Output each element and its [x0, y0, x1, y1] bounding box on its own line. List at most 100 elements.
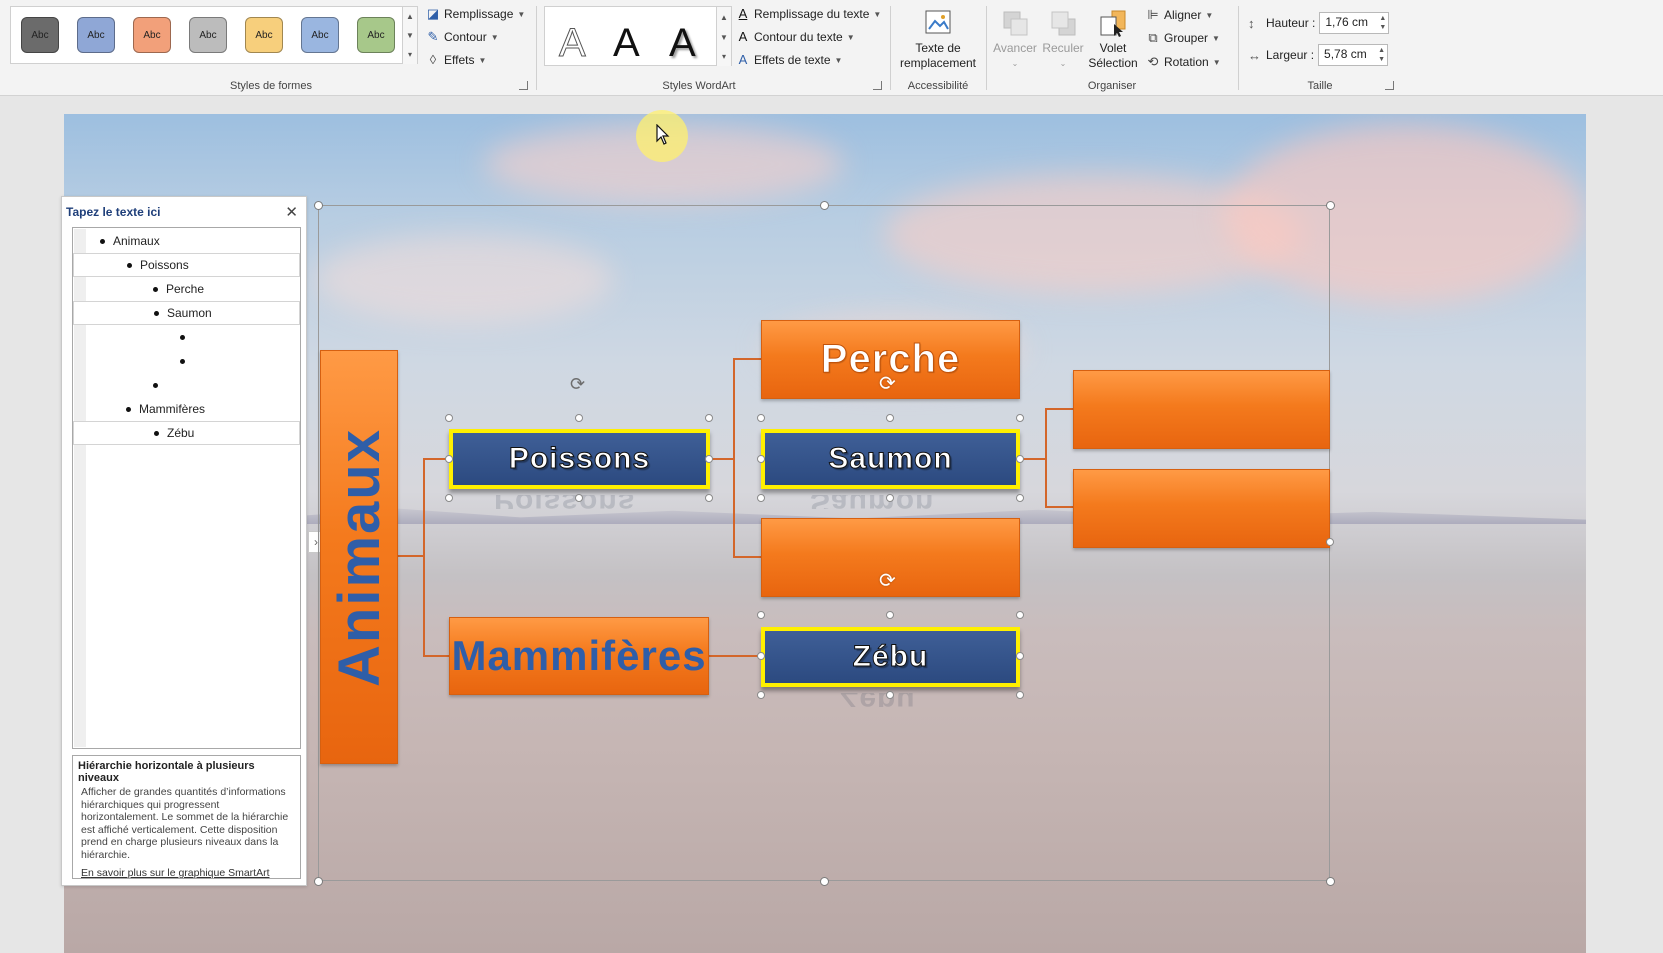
resize-handle[interactable]	[886, 691, 894, 699]
bring-forward-button[interactable]: Avancer ⌄	[992, 8, 1038, 71]
dialog-launcher-icon[interactable]	[873, 81, 882, 90]
rotate-handle-icon[interactable]: ⟳	[879, 374, 896, 394]
spinner-icon[interactable]: ▲ ▼	[1378, 46, 1385, 64]
resize-handle[interactable]	[445, 494, 453, 502]
smartart-node-level2[interactable]: Zébu	[761, 627, 1020, 687]
gallery-more-icon[interactable]: ▾	[402, 45, 417, 64]
gallery-down-icon[interactable]: ▼	[402, 26, 417, 45]
dialog-launcher-icon[interactable]	[1385, 81, 1394, 90]
smartart-node-level1[interactable]: Poissons	[449, 429, 710, 489]
group-button[interactable]: ⧉ Grouper ▼	[1146, 31, 1220, 46]
smartart-node-level1[interactable]: Mammifères	[449, 617, 709, 695]
resize-handle[interactable]	[757, 455, 765, 463]
resize-handle[interactable]	[757, 494, 765, 502]
gallery-more-icon[interactable]: ▾	[716, 47, 731, 66]
height-value: 1,76 cm	[1325, 15, 1369, 29]
alt-text-button[interactable]: Texte de remplacement	[896, 8, 980, 71]
list-item[interactable]	[73, 373, 300, 397]
resize-handle[interactable]	[757, 691, 765, 699]
height-input[interactable]: 1,76 cm ▲ ▼	[1319, 12, 1390, 34]
learn-more-link[interactable]: En savoir plus sur le graphique SmartArt	[78, 867, 295, 879]
resize-handle[interactable]	[820, 201, 829, 210]
resize-handle[interactable]	[314, 877, 323, 886]
resize-handle[interactable]	[445, 414, 453, 422]
align-button[interactable]: ⊫ Aligner ▼	[1146, 7, 1213, 23]
send-backward-button[interactable]: Reculer ⌄	[1040, 8, 1086, 71]
resize-handle[interactable]	[1326, 201, 1335, 210]
arrange-group: Avancer ⌄ Reculer ⌄ Volet Sélection ⊫ Al…	[988, 0, 1236, 96]
close-icon[interactable]: ✕	[285, 203, 298, 221]
text-outline-button[interactable]: A Contour du texte ▼	[736, 29, 855, 45]
list-item[interactable]: Poissons	[73, 253, 300, 277]
shape-style-swatch[interactable]: Abc	[21, 17, 59, 53]
rotate-handle-icon[interactable]: ⟳	[570, 375, 585, 393]
align-icon: ⊫	[1147, 7, 1159, 22]
list-item[interactable]: Zébu	[73, 421, 300, 445]
resize-handle[interactable]	[757, 414, 765, 422]
resize-handle[interactable]	[1016, 652, 1024, 660]
resize-handle[interactable]	[575, 414, 583, 422]
resize-handle[interactable]	[705, 455, 713, 463]
resize-handle[interactable]	[1016, 455, 1024, 463]
resize-handle[interactable]	[1016, 414, 1024, 422]
list-item[interactable]: Perche	[73, 277, 300, 301]
resize-handle[interactable]	[1326, 538, 1334, 546]
shape-style-swatch[interactable]: Abc	[301, 17, 339, 53]
bring-forward-icon	[1003, 11, 1028, 36]
shape-style-swatch[interactable]: Abc	[357, 17, 395, 53]
width-input[interactable]: 5,78 cm ▲ ▼	[1318, 44, 1389, 66]
shape-outline-button[interactable]: ✎ Contour ▼	[426, 30, 499, 45]
shape-style-swatch[interactable]: Abc	[189, 17, 227, 53]
gallery-up-icon[interactable]: ▲	[716, 7, 731, 27]
rotate-handle-icon[interactable]: ⟳	[879, 571, 896, 591]
list-item[interactable]: Saumon	[73, 301, 300, 325]
resize-handle[interactable]	[757, 652, 765, 660]
resize-handle[interactable]	[1016, 611, 1024, 619]
gallery-down-icon[interactable]: ▼	[716, 27, 731, 47]
text-effects-button[interactable]: A Effets de texte ▼	[736, 53, 843, 68]
resize-handle[interactable]	[886, 494, 894, 502]
shape-style-swatch[interactable]: Abc	[77, 17, 115, 53]
resize-handle[interactable]	[1016, 494, 1024, 502]
resize-handle[interactable]	[757, 611, 765, 619]
selection-pane-button[interactable]: Volet Sélection	[1088, 8, 1138, 71]
list-item[interactable]: Animaux	[73, 229, 300, 253]
resize-handle[interactable]	[820, 877, 829, 886]
width-value: 5,78 cm	[1324, 47, 1367, 61]
root-node-text: Animaux	[326, 427, 392, 687]
dialog-launcher-icon[interactable]	[519, 81, 528, 90]
smartart-node-level3[interactable]	[1073, 469, 1330, 548]
text-outline-icon: A	[738, 29, 748, 44]
resize-handle[interactable]	[886, 611, 894, 619]
resize-handle[interactable]	[886, 414, 894, 422]
wordart-style-outline[interactable]: A	[559, 21, 587, 66]
resize-handle[interactable]	[1326, 877, 1335, 886]
list-item[interactable]	[73, 349, 300, 373]
resize-handle[interactable]	[314, 201, 323, 210]
resize-handle[interactable]	[705, 414, 713, 422]
resize-handle[interactable]	[1016, 691, 1024, 699]
bullet-icon	[126, 406, 131, 412]
list-item-text: Mammifères	[139, 402, 206, 416]
shape-style-swatch[interactable]: Abc	[133, 17, 171, 53]
text-fill-button[interactable]: A Remplissage du texte ▼	[736, 7, 882, 22]
smartart-root-node[interactable]: Animaux	[320, 350, 398, 764]
list-item[interactable]: Mammifères	[73, 397, 300, 421]
wordart-style-shadow[interactable]: A	[669, 21, 696, 65]
gallery-up-icon[interactable]: ▲	[402, 7, 417, 26]
resize-handle[interactable]	[445, 455, 453, 463]
smartart-node-level3[interactable]	[1073, 370, 1330, 449]
text-pane-list[interactable]: Animaux Poissons Perche Saumon Mammifère…	[72, 227, 301, 749]
smartart-node-level2[interactable]: Saumon	[761, 429, 1020, 489]
resize-handle[interactable]	[575, 494, 583, 502]
list-item[interactable]	[73, 325, 300, 349]
spinner-icon[interactable]: ▲ ▼	[1379, 14, 1386, 32]
wordart-style-black[interactable]: A	[613, 21, 640, 65]
resize-handle[interactable]	[705, 494, 713, 502]
shape-style-swatch[interactable]: Abc	[245, 17, 283, 53]
rotate-button[interactable]: ⟲ Rotation ▼	[1146, 55, 1221, 70]
shape-fill-button[interactable]: ◪ Remplissage ▼	[426, 7, 525, 22]
width-label: Largeur :	[1266, 48, 1315, 62]
shape-effects-button[interactable]: ◊ Effets ▼	[426, 53, 487, 68]
arrange-label: Organiser	[1087, 80, 1137, 92]
